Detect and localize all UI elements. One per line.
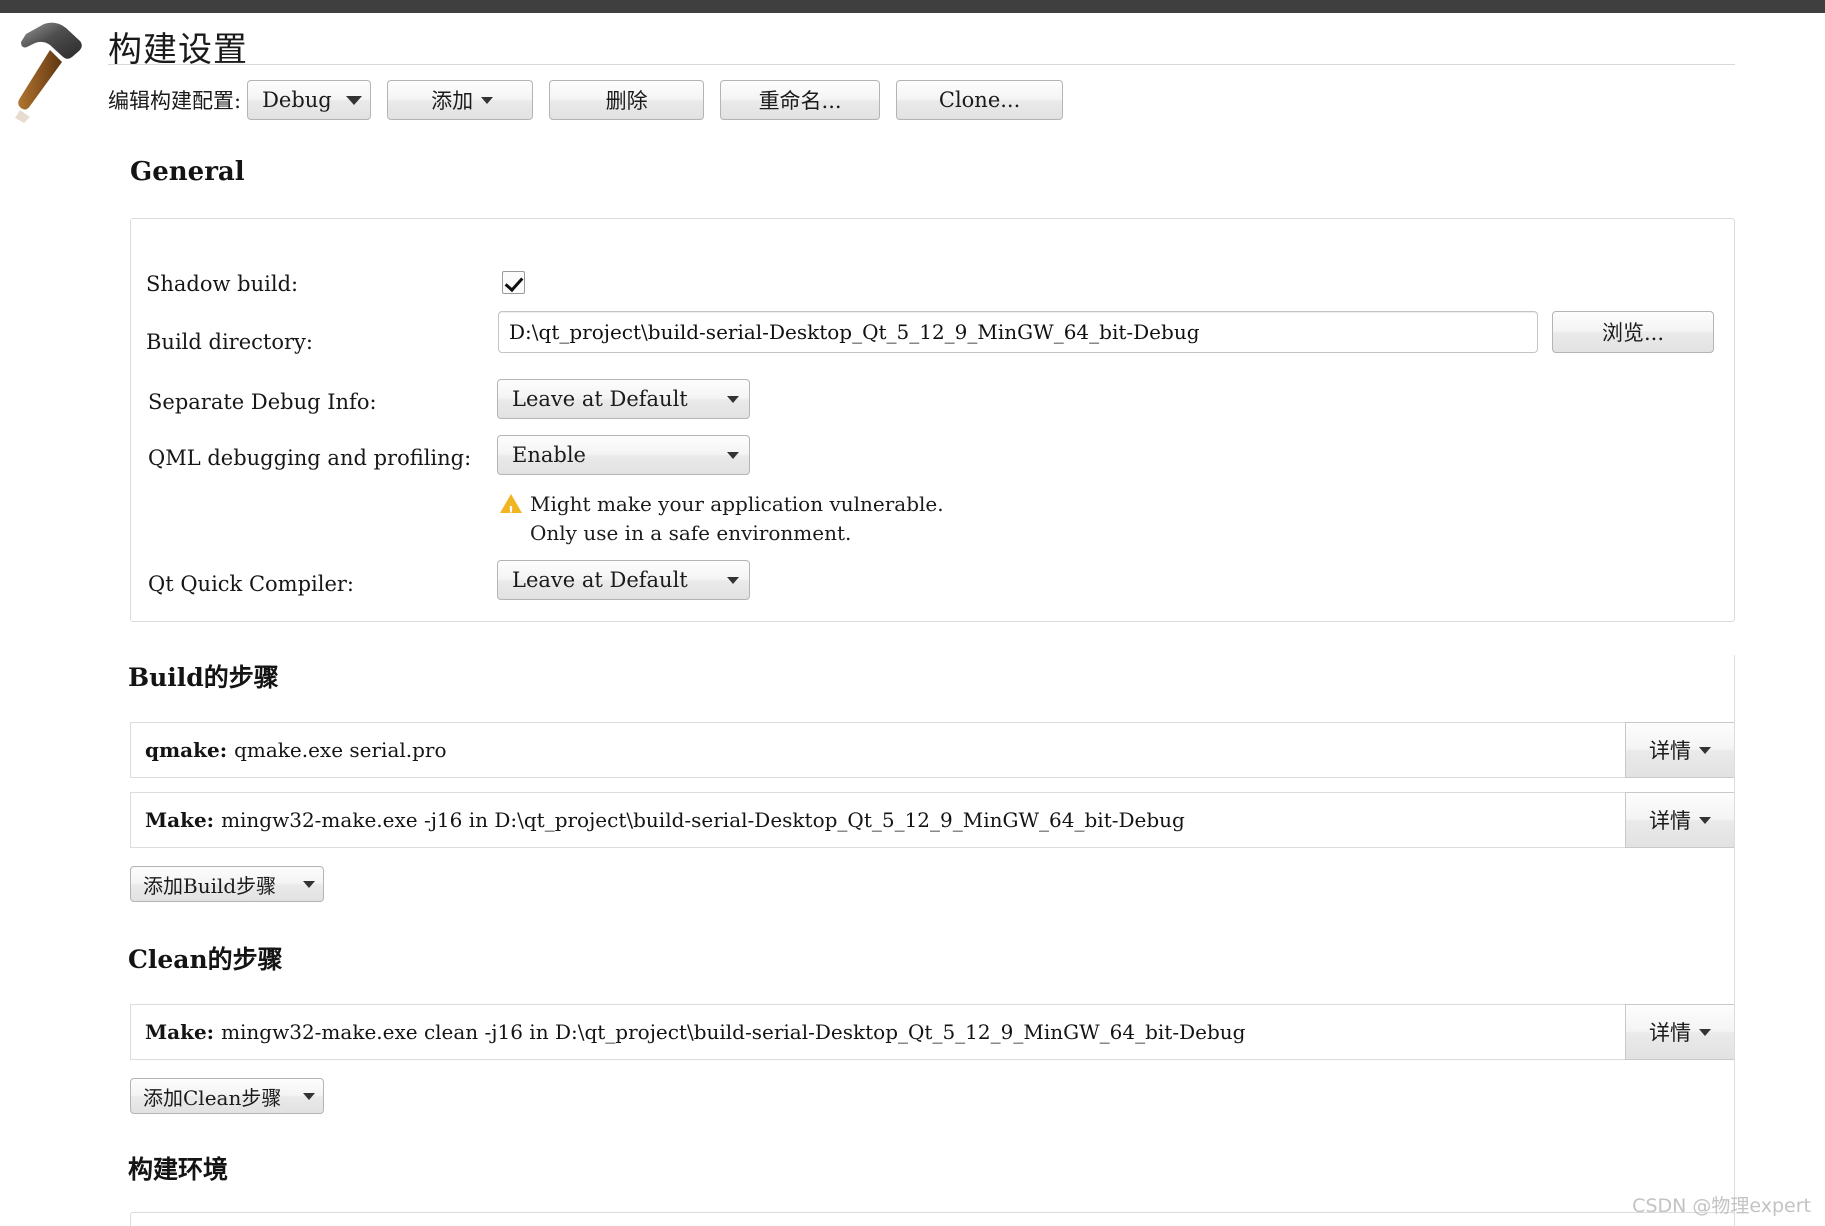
build-step-make-name: Make:: [145, 808, 215, 832]
qml-debugging-value: Enable: [512, 443, 586, 467]
qt-quick-compiler-select[interactable]: Leave at Default: [497, 560, 750, 600]
build-step-make-details-button[interactable]: 详情: [1625, 792, 1735, 848]
add-clean-step-label: 添加Clean步骤: [143, 1085, 282, 1110]
chevron-down-icon: [303, 1092, 315, 1100]
shadow-build-label: Shadow build:: [146, 272, 299, 296]
chevron-down-icon: [727, 451, 739, 459]
chevron-down-icon: [1699, 746, 1711, 754]
rename-configuration-button[interactable]: 重命名...: [720, 80, 881, 120]
build-directory-input[interactable]: D:\qt_project\build-serial-Desktop_Qt_5_…: [498, 311, 1538, 353]
delete-configuration-button[interactable]: 删除: [549, 80, 705, 120]
warning-line-2: Only use in a safe environment.: [530, 521, 852, 545]
clean-steps-heading: Clean的步骤: [128, 945, 283, 974]
build-steps-heading: Build的步骤: [128, 663, 279, 692]
details-label: 详情: [1649, 739, 1691, 763]
qml-debugging-warning-text: Might make your application vulnerable. …: [530, 490, 944, 548]
clone-configuration-button[interactable]: Clone...: [896, 80, 1064, 120]
hammer-icon: [15, 22, 82, 123]
separate-debug-info-value: Leave at Default: [512, 387, 688, 411]
build-step-row-make: Make: mingw32-make.exe -j16 in D:\qt_pro…: [130, 792, 1735, 848]
browse-button[interactable]: 浏览...: [1552, 311, 1714, 353]
warning-triangle-icon: [500, 494, 522, 527]
build-step-make-command: mingw32-make.exe -j16 in D:\qt_project\b…: [221, 808, 1185, 832]
chevron-down-icon: [481, 96, 494, 104]
warning-line-1: Might make your application vulnerable.: [530, 492, 944, 516]
build-step-make-description[interactable]: Make: mingw32-make.exe -j16 in D:\qt_pro…: [130, 792, 1625, 848]
chevron-down-icon: [727, 576, 739, 584]
build-environment-groupbox: [130, 1212, 1735, 1226]
general-groupbox: [130, 218, 1735, 622]
add-configuration-button[interactable]: 添加: [387, 80, 534, 120]
clean-step-make-description[interactable]: Make: mingw32-make.exe clean -j16 in D:\…: [130, 1004, 1625, 1060]
build-settings-page: 构建设置 编辑构建配置: Debug 添加 删除 重命名... Clone...…: [0, 0, 1825, 1226]
build-step-qmake-details-button[interactable]: 详情: [1625, 722, 1735, 778]
separate-debug-info-select[interactable]: Leave at Default: [497, 379, 750, 419]
content-right-divider: [1734, 655, 1735, 1226]
build-configuration-select[interactable]: Debug: [247, 80, 372, 120]
add-build-step-label: 添加Build步骤: [143, 873, 277, 898]
chevron-down-icon: [345, 95, 362, 105]
chevron-down-icon: [1699, 1028, 1711, 1036]
add-clean-step-button[interactable]: 添加Clean步骤: [130, 1078, 324, 1114]
title-divider: [108, 64, 1735, 65]
shadow-build-checkbox[interactable]: [502, 271, 525, 294]
qml-debugging-warning: Might make your application vulnerable. …: [500, 490, 944, 548]
chevron-down-icon: [303, 880, 315, 888]
details-label: 详情: [1649, 1021, 1691, 1045]
chevron-down-icon: [1699, 816, 1711, 824]
clean-step-make-details-button[interactable]: 详情: [1625, 1004, 1735, 1060]
build-configuration-value: Debug: [262, 88, 332, 112]
qt-quick-compiler-label: Qt Quick Compiler:: [148, 572, 354, 596]
clean-step-make-command: mingw32-make.exe clean -j16 in D:\qt_pro…: [221, 1020, 1246, 1044]
build-environment-heading: 构建环境: [128, 1155, 229, 1184]
build-step-qmake-command: qmake.exe serial.pro: [234, 738, 447, 762]
build-step-qmake-description[interactable]: qmake: qmake.exe serial.pro: [130, 722, 1625, 778]
qt-quick-compiler-value: Leave at Default: [512, 568, 688, 592]
build-step-qmake-name: qmake:: [145, 738, 228, 762]
add-build-step-button[interactable]: 添加Build步骤: [130, 866, 324, 902]
general-section-heading: General: [130, 157, 245, 187]
separate-debug-info-label: Separate Debug Info:: [148, 390, 377, 414]
edit-build-configuration-label: 编辑构建配置:: [108, 89, 242, 113]
clean-step-make-name: Make:: [145, 1020, 215, 1044]
window-titlebar: [0, 0, 1825, 13]
build-directory-label: Build directory:: [146, 330, 313, 354]
clean-step-row-make: Make: mingw32-make.exe clean -j16 in D:\…: [130, 1004, 1735, 1060]
details-label: 详情: [1649, 809, 1691, 833]
build-step-row-qmake: qmake: qmake.exe serial.pro 详情: [130, 722, 1735, 778]
qml-debugging-select[interactable]: Enable: [497, 435, 750, 475]
edit-build-configuration-row: 编辑构建配置: Debug 添加 删除 重命名... Clone...: [108, 80, 1064, 120]
qml-debugging-label: QML debugging and profiling:: [148, 446, 472, 470]
watermark: CSDN @物理expert: [1632, 1195, 1811, 1217]
add-configuration-label: 添加: [431, 89, 474, 113]
chevron-down-icon: [727, 395, 739, 403]
